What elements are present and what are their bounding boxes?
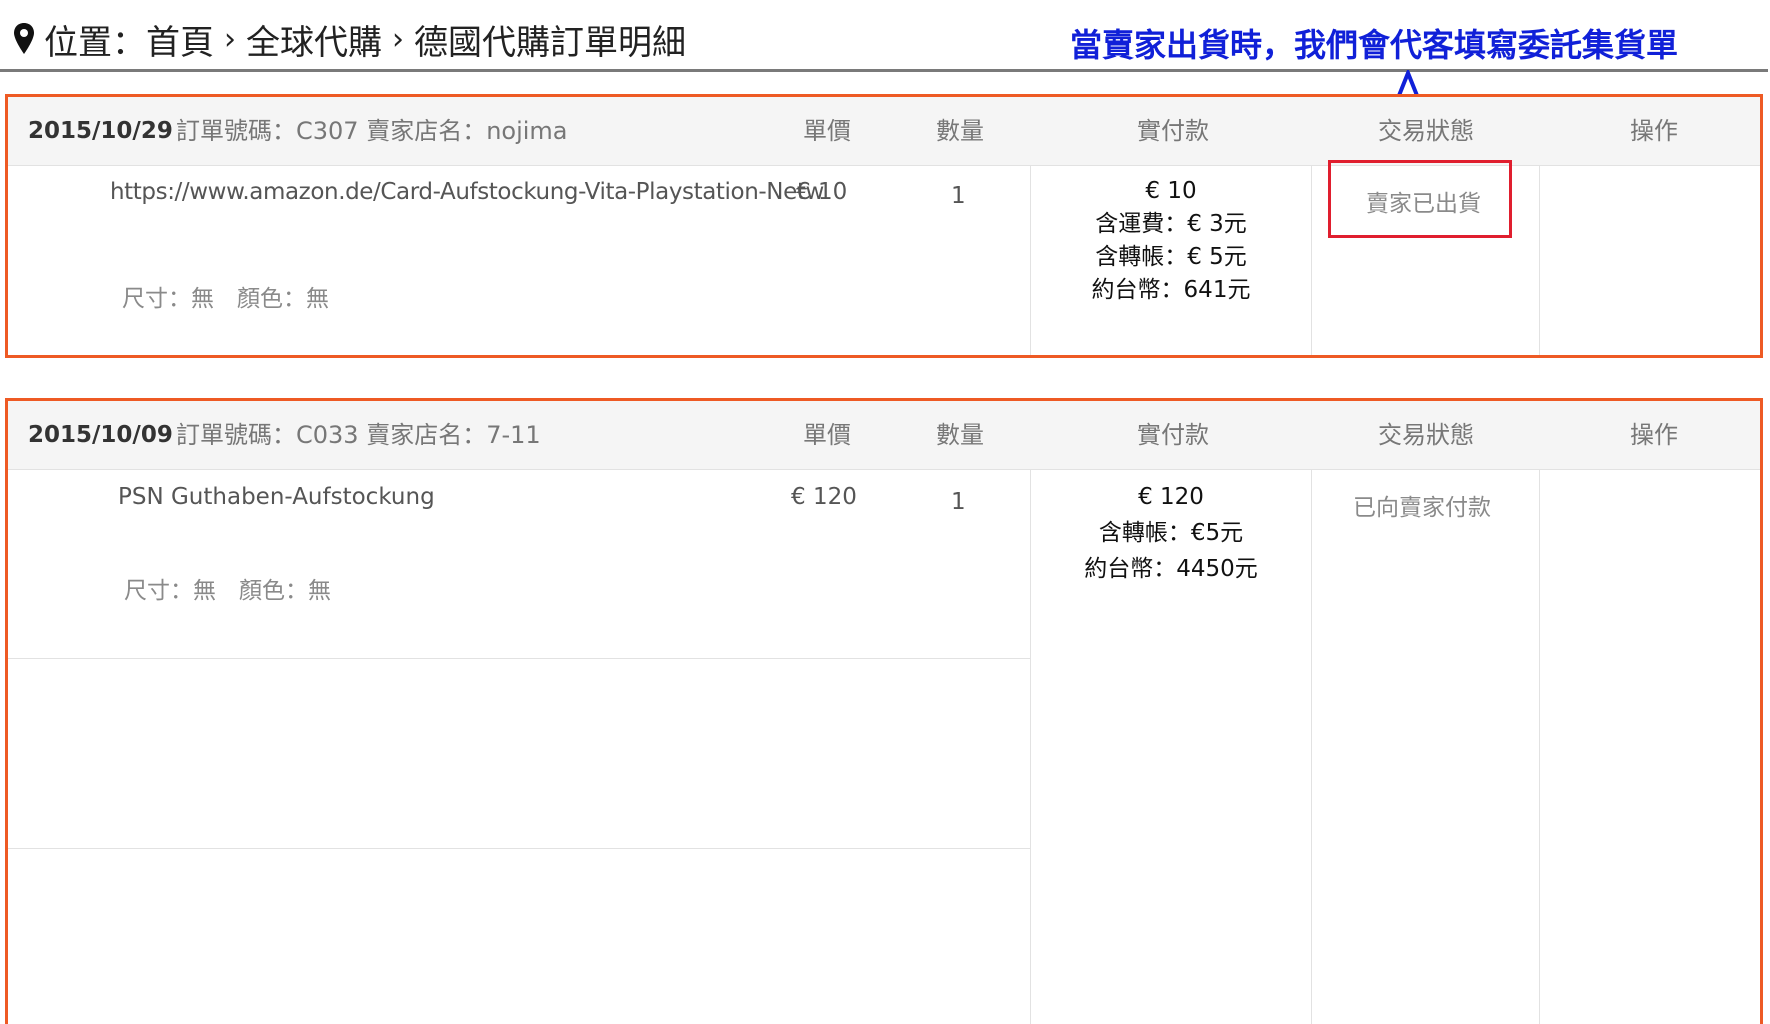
column-quantity: 數量 xyxy=(936,421,984,449)
column-divider xyxy=(1311,470,1312,1024)
order-meta: 訂單號碼：C033 賣家店名：7-11 xyxy=(176,421,541,449)
order-body: https://www.amazon.de/Card-Aufstockung-V… xyxy=(8,160,1760,355)
annotation-note: 當賣家出貨時，我們會代客填寫委託集貨單 xyxy=(1070,26,1679,64)
column-status: 交易狀態 xyxy=(1378,117,1474,145)
item-name-link[interactable]: https://www.amazon.de/Card-Aufstockung-V… xyxy=(110,179,824,205)
payment-shipping: 含運費：€ 3元 xyxy=(1095,211,1247,237)
payment-total: € 10 xyxy=(1145,178,1197,204)
breadcrumb-home-link[interactable]: 首頁 xyxy=(146,15,214,64)
breadcrumb-current-page: 德國代購訂單明細 xyxy=(414,22,686,63)
column-paid: 實付款 xyxy=(1137,117,1209,145)
payment-twd-approx: 約台幣：641元 xyxy=(1091,277,1251,303)
column-action: 操作 xyxy=(1630,117,1678,145)
order-card: 2015/10/29 訂單號碼：C307 賣家店名：nojima 單價 數量 實… xyxy=(5,94,1763,358)
status-highlight-box xyxy=(1328,160,1512,238)
order-body: PSN Guthaben-Aufstockung 尺寸：無 顏色：無 € 120… xyxy=(8,470,1760,1024)
breadcrumb-divider xyxy=(0,69,1768,72)
column-divider xyxy=(1539,166,1540,355)
item-options: 尺寸：無 顏色：無 xyxy=(124,578,331,604)
breadcrumb-prefix: 位置： xyxy=(44,22,146,63)
row-divider xyxy=(8,658,1030,659)
chevron-right-icon: › xyxy=(224,21,236,57)
payment-summary: € 120 含轉帳：€5元 約台幣：4450元 xyxy=(1031,479,1311,587)
order-meta: 訂單號碼：C307 賣家店名：nojima xyxy=(176,117,568,145)
column-divider xyxy=(1539,470,1540,1024)
payment-transfer-fee: 含轉帳：€ 5元 xyxy=(1095,244,1247,270)
payment-transfer-fee: 含轉帳：€5元 xyxy=(1098,520,1244,546)
payment-total: € 120 xyxy=(1138,484,1204,510)
item-options: 尺寸：無 顏色：無 xyxy=(122,286,329,312)
item-name-link[interactable]: PSN Guthaben-Aufstockung xyxy=(118,484,435,510)
item-unit-price: € 120 xyxy=(791,484,857,510)
status-text: 已向賣家付款 xyxy=(1353,495,1491,521)
payment-twd-approx: 約台幣：4450元 xyxy=(1084,556,1258,582)
column-paid: 實付款 xyxy=(1137,421,1209,449)
column-status: 交易狀態 xyxy=(1378,421,1474,449)
chevron-right-icon: › xyxy=(392,21,404,57)
item-unit-price: € 10 xyxy=(796,179,848,205)
breadcrumb-global-proxy-link[interactable]: 全球代購 xyxy=(246,15,382,64)
order-date: 2015/10/09 xyxy=(28,422,173,448)
order-header: 2015/10/29 訂單號碼：C307 賣家店名：nojima 單價 數量 實… xyxy=(8,97,1760,166)
column-action: 操作 xyxy=(1630,421,1678,449)
item-quantity: 1 xyxy=(951,183,966,209)
breadcrumb: 位置： 首頁 › 全球代購 › 德國代購訂單明細 xyxy=(12,12,686,66)
location-pin-icon xyxy=(14,23,34,54)
column-quantity: 數量 xyxy=(936,117,984,145)
payment-summary: € 10 含運費：€ 3元 含轉帳：€ 5元 約台幣：641元 xyxy=(1031,175,1311,307)
row-divider xyxy=(8,848,1030,849)
item-quantity: 1 xyxy=(951,489,966,515)
order-header: 2015/10/09 訂單號碼：C033 賣家店名：7-11 單價 數量 實付款… xyxy=(8,401,1760,470)
order-card: 2015/10/09 訂單號碼：C033 賣家店名：7-11 單價 數量 實付款… xyxy=(5,398,1763,1024)
column-divider xyxy=(1311,166,1312,355)
order-date: 2015/10/29 xyxy=(28,118,173,144)
